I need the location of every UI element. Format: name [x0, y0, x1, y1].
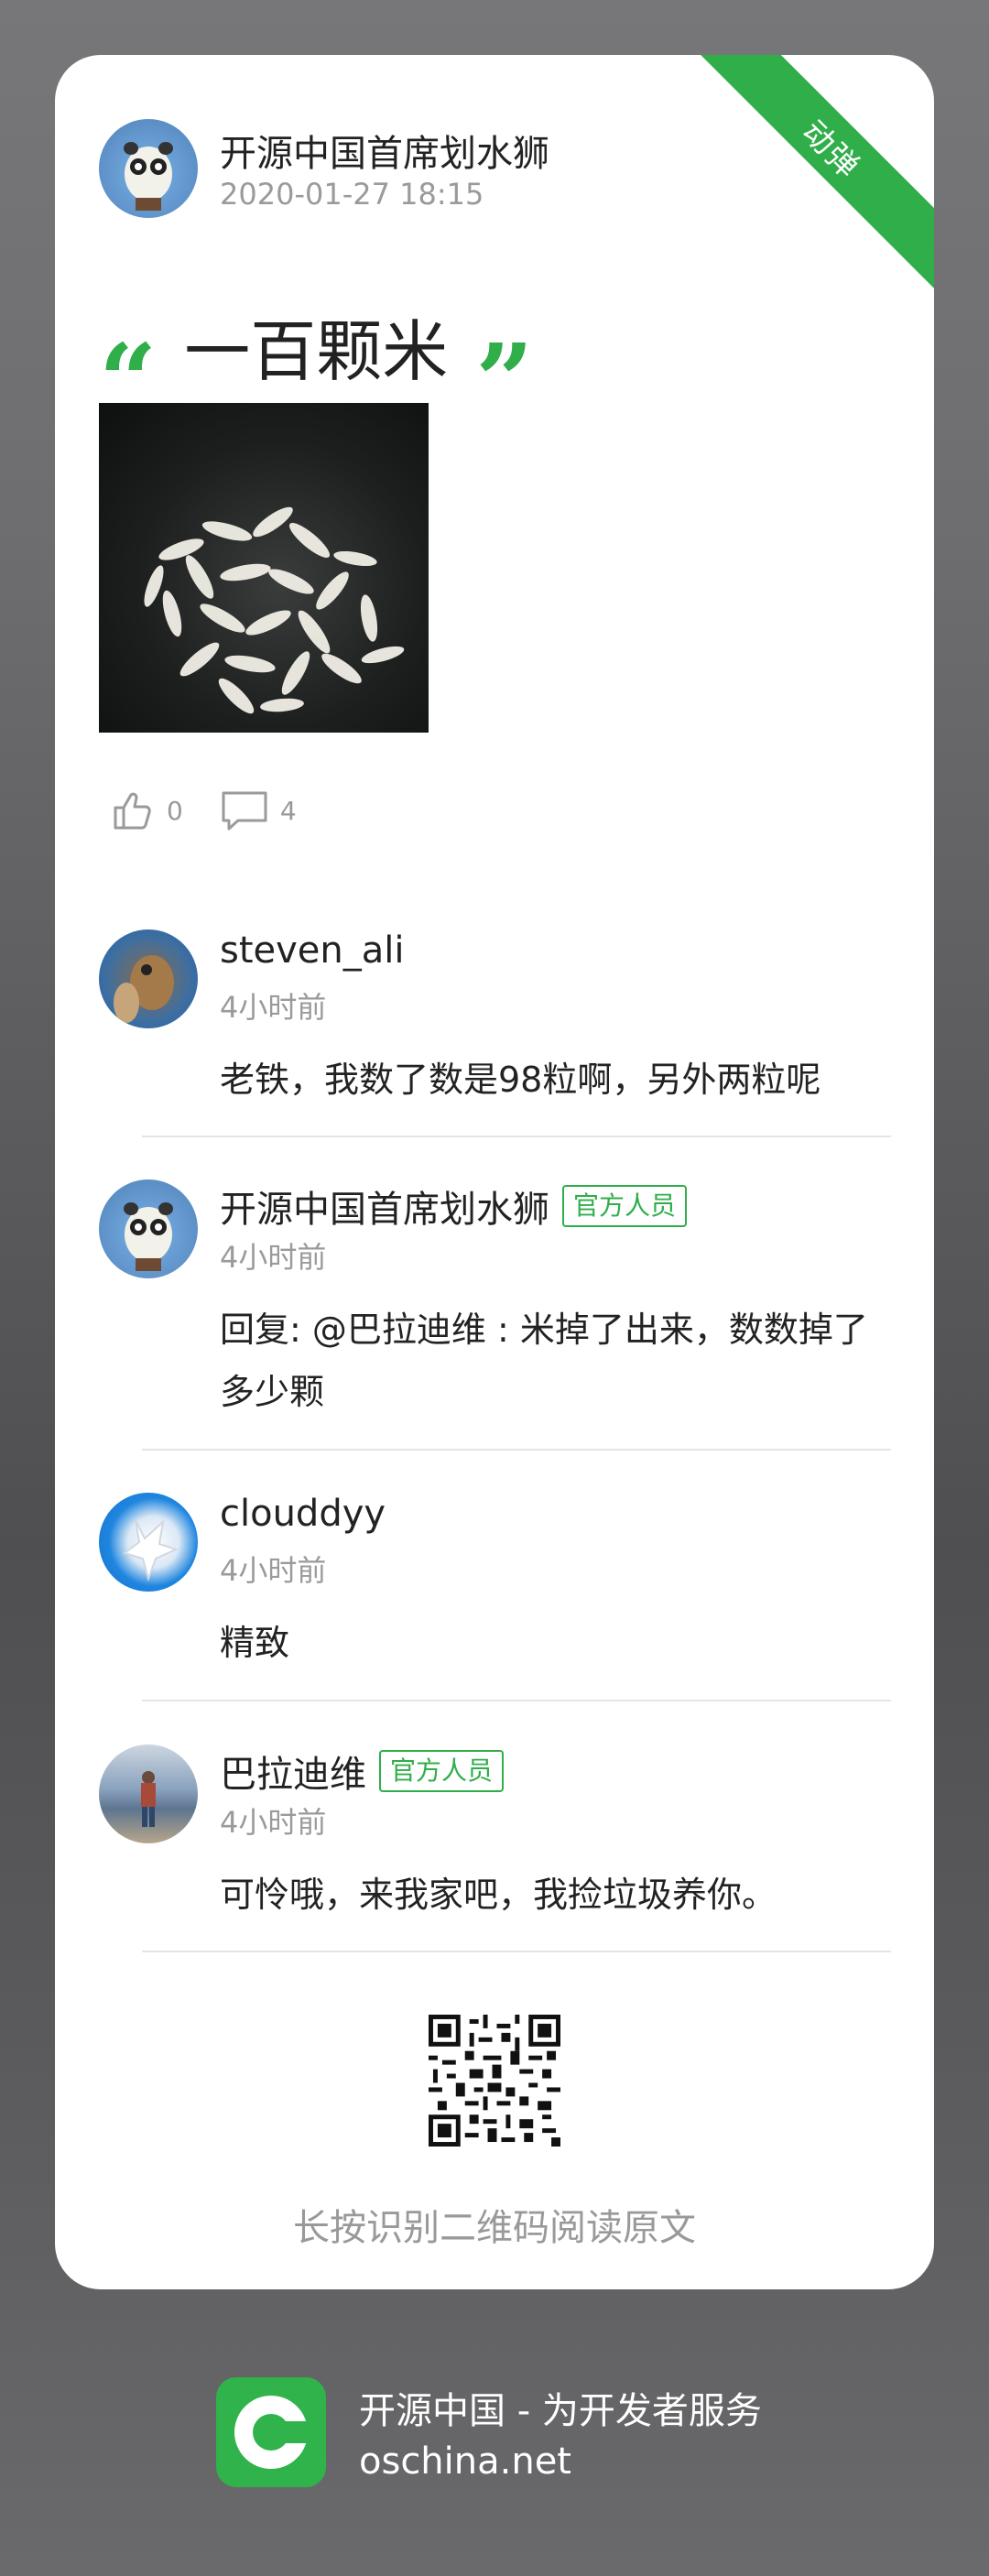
comment-icon [222, 791, 267, 831]
open-quote-icon: “ [99, 321, 158, 440]
oschina-logo-icon [216, 2377, 326, 2487]
comment-text: 回复: @巴拉迪维 : 米掉了出来，数数掉了多少颗 [220, 1310, 868, 1413]
category-ribbon: 动弹 [670, 55, 934, 310]
post-title-block: “ 一百颗米 ” [99, 298, 534, 440]
commenter-name[interactable]: 开源中国首席划水狮 [220, 1179, 549, 1233]
comment-divider [142, 1700, 891, 1701]
post-image[interactable] [99, 403, 429, 733]
like-count: 0 [167, 795, 183, 826]
commenter-name[interactable]: 巴拉迪维 [220, 1745, 366, 1798]
author-avatar[interactable] [99, 119, 198, 218]
commenter-avatar[interactable] [99, 929, 198, 1028]
qr-code-icon[interactable] [429, 2015, 560, 2147]
footer-url[interactable]: oschina.net [359, 2440, 571, 2483]
comment-divider [142, 1136, 891, 1137]
comment-divider [142, 1951, 891, 1952]
comment-text: 精致 [220, 1623, 290, 1663]
comment-time: 4小时前 [220, 1240, 327, 1275]
post-title: 一百颗米 [184, 313, 449, 390]
comment-time: 4小时前 [220, 990, 327, 1025]
comment-text: 可怜哦，来我家吧，我捡垃圾养你。 [220, 1875, 777, 1915]
post-date: 2020-01-27 18:15 [220, 177, 484, 212]
post-stats: 0 4 [110, 788, 333, 833]
comment-count: 4 [279, 795, 297, 826]
commenter-name[interactable]: clouddyy [220, 1493, 386, 1535]
thumbs-up-icon [114, 792, 151, 830]
comment-text: 老铁，我数了数是98粒啊，另外两粒呢 [220, 1060, 821, 1100]
commenter-avatar[interactable] [99, 1179, 198, 1278]
comment-divider [142, 1449, 891, 1451]
comment-button[interactable]: 4 [220, 788, 297, 833]
footer-title: 开源中国 - 为开发者服务 [359, 2390, 762, 2432]
commenter-name[interactable]: steven_ali [220, 929, 405, 972]
comment-time: 4小时前 [220, 1805, 327, 1840]
official-badge: 官方人员 [379, 1750, 505, 1792]
comment-time: 4小时前 [220, 1553, 327, 1588]
share-card: 动弹 开源中国首席划水狮 2020-01-27 18:15 “ 一百颗米 ” 0… [55, 55, 934, 2289]
like-button[interactable]: 0 [110, 788, 183, 833]
commenter-avatar[interactable] [99, 1745, 198, 1843]
close-quote-icon: ” [475, 321, 534, 440]
commenter-avatar[interactable] [99, 1493, 198, 1592]
official-badge: 官方人员 [562, 1185, 688, 1227]
author-name[interactable]: 开源中国首席划水狮 [220, 124, 549, 177]
qr-caption: 长按识别二维码阅读原文 [293, 2207, 696, 2249]
